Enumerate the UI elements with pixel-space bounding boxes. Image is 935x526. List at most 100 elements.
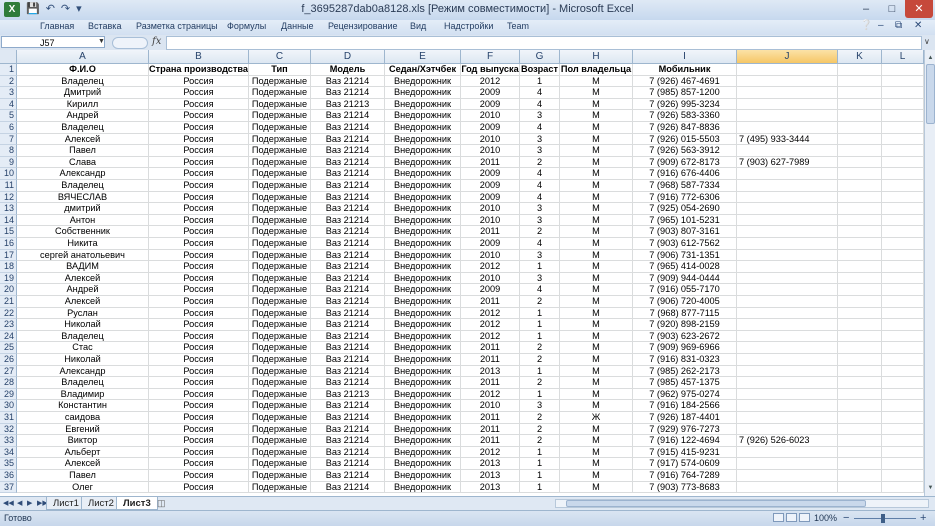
- cell[interactable]: Россия: [149, 98, 249, 111]
- cell[interactable]: 7 (920) 898-2159: [633, 319, 737, 331]
- zoom-level[interactable]: 100%: [814, 513, 837, 523]
- cell[interactable]: [882, 342, 924, 354]
- cell[interactable]: [838, 87, 882, 99]
- cell[interactable]: [882, 470, 924, 482]
- cell[interactable]: [838, 307, 882, 320]
- cell[interactable]: Россия: [149, 365, 249, 378]
- cell[interactable]: 7 (903) 807-3161: [633, 226, 737, 238]
- cell[interactable]: 2010: [461, 203, 520, 215]
- cell[interactable]: 3: [520, 203, 560, 215]
- cell[interactable]: [737, 365, 838, 378]
- cell[interactable]: [838, 458, 882, 470]
- cell[interactable]: [838, 145, 882, 157]
- row-header[interactable]: 5: [0, 110, 17, 122]
- cell[interactable]: 2011: [461, 342, 520, 354]
- cell[interactable]: Подержаные: [249, 481, 311, 494]
- cell[interactable]: 2009: [461, 122, 520, 134]
- cell[interactable]: [882, 238, 924, 250]
- cell[interactable]: Подержаные: [249, 354, 311, 366]
- cell[interactable]: 2: [520, 423, 560, 436]
- chevron-down-icon[interactable]: ▼: [98, 38, 105, 45]
- cell[interactable]: 2010: [461, 400, 520, 412]
- cell[interactable]: Россия: [149, 133, 249, 146]
- cell[interactable]: 3: [520, 145, 560, 157]
- cell[interactable]: Россия: [149, 284, 249, 296]
- cell[interactable]: [882, 180, 924, 192]
- cell[interactable]: [838, 412, 882, 424]
- cell[interactable]: Внедорожник: [385, 156, 461, 169]
- cell[interactable]: [737, 75, 838, 88]
- cell[interactable]: Собственник: [17, 226, 149, 238]
- cell[interactable]: М: [560, 238, 633, 250]
- column-header[interactable]: B: [149, 50, 249, 64]
- cell[interactable]: Россия: [149, 354, 249, 366]
- cell[interactable]: [882, 133, 924, 146]
- cell[interactable]: [737, 470, 838, 482]
- cell[interactable]: 2: [520, 226, 560, 238]
- cell[interactable]: Подержаные: [249, 191, 311, 204]
- row-header[interactable]: 30: [0, 400, 17, 412]
- cell[interactable]: 2012: [461, 446, 520, 459]
- cell[interactable]: 1: [520, 75, 560, 88]
- expand-formula-bar-icon[interactable]: ∨: [924, 37, 930, 46]
- cell[interactable]: Ваз 21214: [311, 400, 385, 412]
- cell[interactable]: 2: [520, 354, 560, 366]
- cell[interactable]: Ваз 21214: [311, 168, 385, 180]
- cell[interactable]: Подержаные: [249, 446, 311, 459]
- formula-divider-handle[interactable]: [112, 37, 148, 49]
- vertical-scrollbar[interactable]: ▲ ▼: [924, 50, 935, 496]
- horizontal-scrollbar[interactable]: [555, 499, 929, 508]
- sheet-tab-2[interactable]: Лист2: [81, 497, 121, 510]
- cell[interactable]: Алексей: [17, 272, 149, 285]
- cell[interactable]: [838, 214, 882, 227]
- cell[interactable]: Внедорожник: [385, 446, 461, 459]
- row-header[interactable]: 28: [0, 377, 17, 389]
- cell[interactable]: 7 (903) 623-2672: [633, 330, 737, 343]
- insert-sheet-icon[interactable]: ◫: [157, 498, 166, 509]
- normal-view-icon[interactable]: [773, 513, 784, 522]
- cell[interactable]: 2011: [461, 412, 520, 424]
- cell[interactable]: Ваз 21214: [311, 319, 385, 331]
- cell[interactable]: Россия: [149, 307, 249, 320]
- row-header[interactable]: 3: [0, 87, 17, 99]
- cell[interactable]: 7 (985) 262-2173: [633, 365, 737, 378]
- cell[interactable]: Россия: [149, 238, 249, 250]
- cell[interactable]: Ваз 21214: [311, 354, 385, 366]
- cell[interactable]: М: [560, 388, 633, 401]
- cell[interactable]: М: [560, 296, 633, 308]
- row-header[interactable]: 19: [0, 272, 17, 285]
- cell[interactable]: Ваз 21214: [311, 423, 385, 436]
- cell[interactable]: [737, 354, 838, 366]
- cell[interactable]: 2: [520, 296, 560, 308]
- cell[interactable]: [882, 354, 924, 366]
- cell[interactable]: М: [560, 354, 633, 366]
- tab-data[interactable]: Данные: [281, 21, 314, 31]
- cell[interactable]: Ваз 21214: [311, 191, 385, 204]
- row-header[interactable]: 31: [0, 412, 17, 424]
- cell[interactable]: Подержаные: [249, 261, 311, 273]
- cell[interactable]: [882, 307, 924, 320]
- cell[interactable]: Россия: [149, 122, 249, 134]
- cell[interactable]: Подержаные: [249, 319, 311, 331]
- cell[interactable]: Внедорожник: [385, 330, 461, 343]
- cell[interactable]: 2010: [461, 133, 520, 146]
- cell[interactable]: Внедорожник: [385, 122, 461, 134]
- row-header[interactable]: 22: [0, 307, 17, 320]
- cell[interactable]: [838, 423, 882, 436]
- cell[interactable]: 2010: [461, 214, 520, 227]
- cell[interactable]: Виктор: [17, 435, 149, 447]
- cell[interactable]: М: [560, 470, 633, 482]
- cell[interactable]: Подержаные: [249, 400, 311, 412]
- row-header[interactable]: 15: [0, 226, 17, 238]
- cell[interactable]: [737, 214, 838, 227]
- cell[interactable]: Россия: [149, 470, 249, 482]
- row-header[interactable]: 32: [0, 423, 17, 436]
- column-header[interactable]: A: [17, 50, 149, 64]
- cell[interactable]: Подержаные: [249, 110, 311, 122]
- row-header[interactable]: 13: [0, 203, 17, 215]
- cell[interactable]: Ваз 21214: [311, 145, 385, 157]
- tab-addins[interactable]: Надстройки: [444, 21, 493, 31]
- cell[interactable]: М: [560, 249, 633, 262]
- row-header[interactable]: 33: [0, 435, 17, 447]
- cell[interactable]: Ваз 21214: [311, 342, 385, 354]
